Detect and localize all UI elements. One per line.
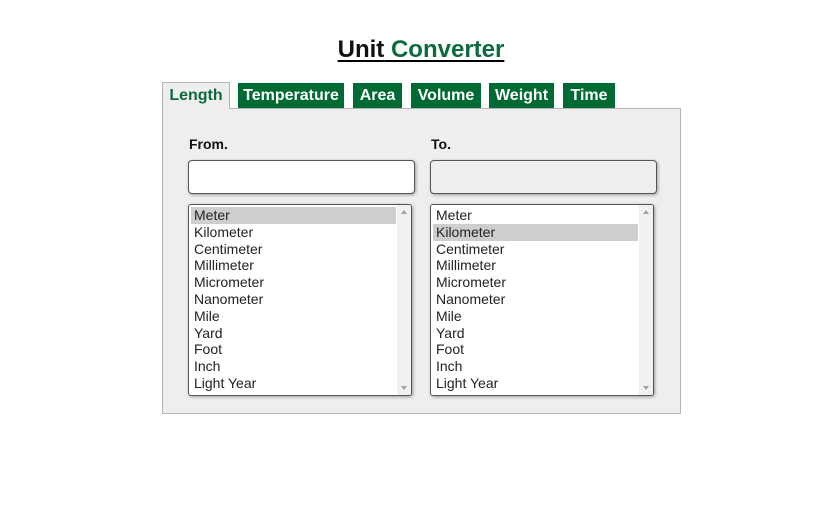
to-option-meter[interactable]: Meter <box>433 207 638 224</box>
from-unit-options: Meter Kilometer Centimeter Millimeter Mi… <box>191 207 396 392</box>
converter-panel: From. To. Meter Kilometer Centimeter Mil… <box>162 108 681 414</box>
from-option-kilometer[interactable]: Kilometer <box>191 224 396 241</box>
to-option-inch[interactable]: Inch <box>433 358 638 375</box>
from-option-micrometer[interactable]: Micrometer <box>191 274 396 291</box>
tab-weight[interactable]: Weight <box>489 83 554 108</box>
from-label: From. <box>189 136 228 152</box>
to-unit-list[interactable]: Meter Kilometer Centimeter Millimeter Mi… <box>430 204 654 396</box>
to-option-centimeter[interactable]: Centimeter <box>433 241 638 258</box>
from-option-foot[interactable]: Foot <box>191 341 396 358</box>
to-value-output[interactable] <box>430 160 657 194</box>
to-option-yard[interactable]: Yard <box>433 325 638 342</box>
title-word-unit: Unit <box>337 36 385 63</box>
to-option-micrometer[interactable]: Micrometer <box>433 274 638 291</box>
from-value-input[interactable] <box>188 160 415 194</box>
title-word-converter: Converter <box>390 36 505 63</box>
scroll-up-arrow-icon[interactable] <box>401 210 407 214</box>
to-option-foot[interactable]: Foot <box>433 341 638 358</box>
from-option-yard[interactable]: Yard <box>191 325 396 342</box>
to-list-scrollbar[interactable] <box>639 205 653 395</box>
to-option-light-year[interactable]: Light Year <box>433 375 638 392</box>
tab-temperature[interactable]: Temperature <box>238 83 344 108</box>
from-option-inch[interactable]: Inch <box>191 358 396 375</box>
from-option-light-year[interactable]: Light Year <box>191 375 396 392</box>
to-label: To. <box>431 136 451 152</box>
from-option-mile[interactable]: Mile <box>191 308 396 325</box>
page-title: Unit Converter <box>0 34 828 66</box>
to-option-mile[interactable]: Mile <box>433 308 638 325</box>
scroll-down-arrow-icon[interactable] <box>401 386 407 390</box>
tab-time[interactable]: Time <box>563 83 615 108</box>
to-unit-options: Meter Kilometer Centimeter Millimeter Mi… <box>433 207 638 392</box>
tab-length[interactable]: Length <box>162 82 230 109</box>
from-option-centimeter[interactable]: Centimeter <box>191 241 396 258</box>
from-list-scrollbar[interactable] <box>397 205 411 395</box>
to-option-millimeter[interactable]: Millimeter <box>433 257 638 274</box>
from-unit-list[interactable]: Meter Kilometer Centimeter Millimeter Mi… <box>188 204 412 396</box>
from-option-meter[interactable]: Meter <box>191 207 396 224</box>
scroll-up-arrow-icon[interactable] <box>643 210 649 214</box>
scroll-down-arrow-icon[interactable] <box>643 386 649 390</box>
from-option-millimeter[interactable]: Millimeter <box>191 257 396 274</box>
from-option-nanometer[interactable]: Nanometer <box>191 291 396 308</box>
to-option-nanometer[interactable]: Nanometer <box>433 291 638 308</box>
tab-volume[interactable]: Volume <box>411 83 481 108</box>
tab-area[interactable]: Area <box>353 83 402 108</box>
to-option-kilometer[interactable]: Kilometer <box>433 223 638 241</box>
